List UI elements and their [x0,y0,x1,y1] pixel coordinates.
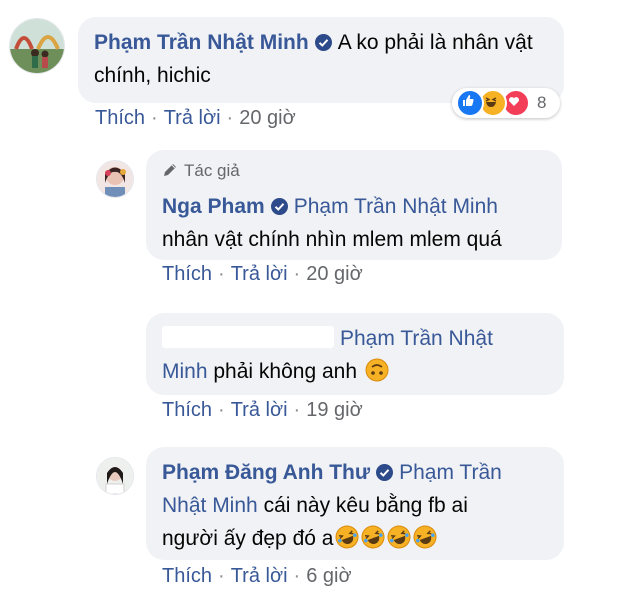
mention-link-continued[interactable]: Minh [162,360,208,383]
upside-down-face-emoji [365,358,389,382]
like-link[interactable]: Thích [162,263,212,285]
comment-actions: Thích · Trả lời · 19 giờ [162,399,363,421]
comment-text: phải không anh [213,360,358,383]
timestamp[interactable]: 20 giờ [306,263,362,285]
reaction-summary[interactable]: 8 [452,88,560,118]
avatar[interactable] [9,18,65,74]
comment-text: cái này kêu bằng fb ai [263,494,468,517]
reply-link[interactable]: Trả lời [164,107,221,129]
commenter-name[interactable]: Phạm Đăng Anh Thư [162,461,370,484]
comment-actions: Thích · Trả lời · 20 giờ [95,107,296,129]
rofl-emoji [413,525,437,549]
reply-link[interactable]: Trả lời [231,399,288,421]
timestamp[interactable]: 19 giờ [306,399,362,421]
pen-icon [162,162,178,184]
verified-badge-icon [376,464,394,481]
verified-badge-icon [314,34,332,51]
author-badge: Tác giả [162,160,546,184]
comment-bubble: Tác giả Nga Pham Phạm Trần Nhật Minh nhân… [146,150,562,260]
comment-bubble: Phạm Trần Nhật Minh phải không anh [146,313,564,395]
timestamp[interactable]: 6 giờ [306,565,351,587]
mention-link-continued[interactable]: Nhật Minh [162,494,258,517]
comment-actions: Thích · Trả lời · 6 giờ [162,565,352,587]
like-link[interactable]: Thích [95,107,145,129]
like-link[interactable]: Thích [162,565,212,587]
reaction-count: 8 [537,93,547,112]
like-link[interactable]: Thích [162,399,212,421]
commenter-name[interactable]: Phạm Trần Nhật Minh [94,31,309,54]
comment-bubble: Phạm Đăng Anh Thư Phạm Trần Nhật Minh cái… [146,447,564,560]
rofl-emoji [361,525,385,549]
verified-badge-icon [270,198,288,215]
avatar-image [97,458,133,494]
timestamp[interactable]: 20 giờ [239,107,295,129]
avatar[interactable] [96,457,134,495]
comment-text-continued: người ấy đẹp đó a [162,527,334,550]
avatar[interactable] [96,160,134,198]
mention-link[interactable]: Phạm Trần Nhật Minh [294,195,498,218]
comment-actions: Thích · Trả lời · 20 giờ [162,263,363,285]
like-reaction-icon [456,89,484,117]
mention-link[interactable]: Phạm Trần Nhật [340,327,493,350]
commenter-name[interactable]: Nga Pham [162,195,265,218]
rofl-emoji [335,525,359,549]
comment-text: nhân vật chính nhìn mlem mlem quá [162,228,502,251]
mention-link[interactable]: Phạm Trần [399,461,502,484]
redacted-name [162,326,334,348]
rofl-emoji [387,525,411,549]
avatar-image [97,161,133,197]
reply-link[interactable]: Trả lời [231,565,288,587]
reply-link[interactable]: Trả lời [231,263,288,285]
avatar-image [10,19,64,73]
